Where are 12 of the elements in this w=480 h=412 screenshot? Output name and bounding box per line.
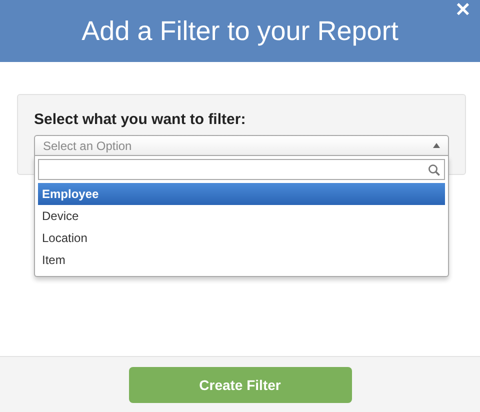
dropdown-option[interactable]: Employee — [38, 183, 445, 205]
create-filter-button[interactable]: Create Filter — [128, 366, 352, 402]
caret-icon — [433, 143, 440, 148]
select-field[interactable]: Select an Option — [34, 135, 449, 156]
close-button[interactable]: ✕ — [452, 0, 474, 22]
dropdown-option[interactable]: Device — [38, 205, 445, 227]
search-field[interactable] — [38, 159, 445, 180]
search-icon — [428, 164, 440, 176]
dialog-title: Add a Filter to your Report — [82, 16, 398, 46]
dropdown-option[interactable]: Item — [38, 249, 445, 271]
field-label: Select what you want to filter: — [34, 111, 247, 128]
dropdown-option[interactable]: Location — [38, 227, 445, 249]
